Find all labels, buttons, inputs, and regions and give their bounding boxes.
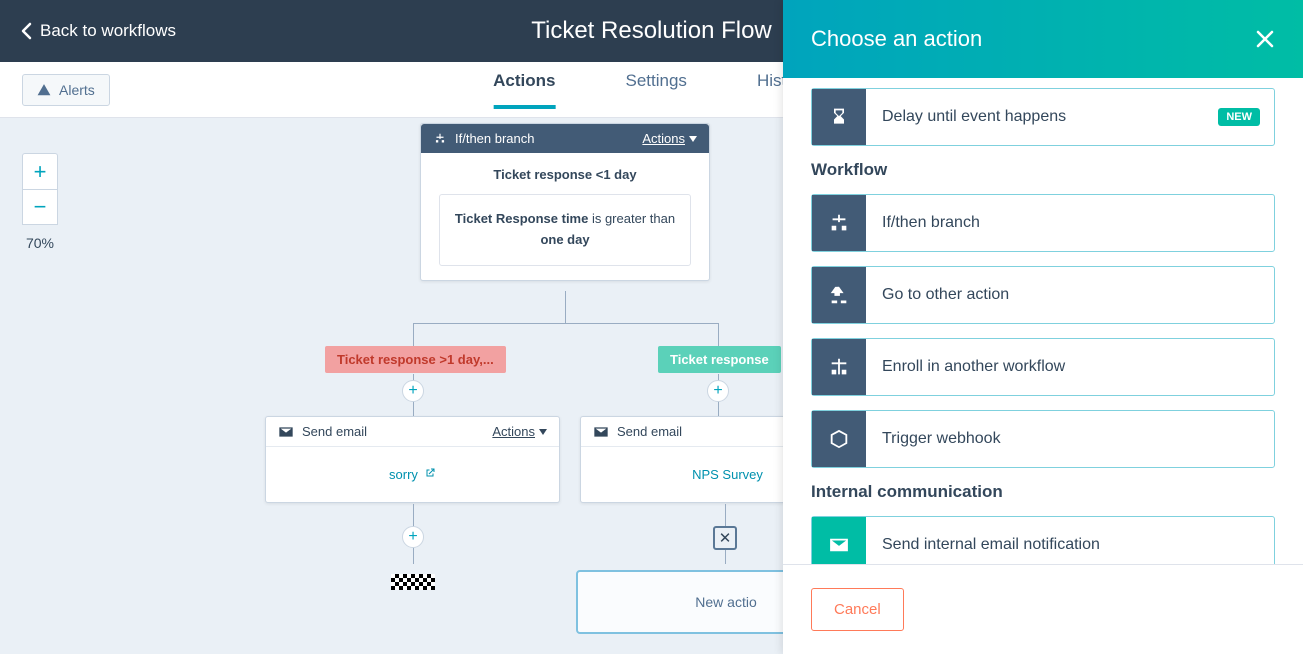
condition-box: Ticket Response time is greater than one… bbox=[439, 194, 691, 266]
alerts-button[interactable]: Alerts bbox=[22, 74, 110, 106]
hourglass-icon bbox=[812, 89, 866, 145]
condition-suffix: one day bbox=[540, 232, 589, 247]
add-step-button[interactable]: + bbox=[707, 380, 729, 402]
actions-label: Actions bbox=[492, 424, 535, 439]
action-trigger-webhook[interactable]: Trigger webhook bbox=[811, 410, 1275, 468]
email-card-left[interactable]: Send email Actions sorry bbox=[265, 416, 560, 503]
cancel-step-button[interactable]: ✕ bbox=[713, 526, 737, 550]
finish-marker bbox=[391, 574, 435, 590]
action-label: Delay until event happens bbox=[866, 108, 1218, 126]
action-ifthen-branch[interactable]: If/then branch bbox=[811, 194, 1275, 252]
goto-icon bbox=[812, 267, 866, 323]
action-label: Go to other action bbox=[866, 286, 1274, 304]
email-icon bbox=[593, 426, 609, 438]
tab-settings[interactable]: Settings bbox=[626, 71, 687, 109]
card-actions-menu[interactable]: Actions bbox=[642, 131, 697, 146]
condition-middle: is greater than bbox=[588, 211, 675, 226]
card-type: If/then branch bbox=[455, 131, 535, 146]
ifthen-card[interactable]: If/then branch Actions Ticket response <… bbox=[420, 123, 710, 281]
back-label: Back to workflows bbox=[40, 21, 176, 41]
action-delay-until-event[interactable]: Delay until event happens NEW bbox=[811, 88, 1275, 146]
caret-down-icon bbox=[539, 429, 547, 435]
panel-title: Choose an action bbox=[811, 26, 982, 52]
condition-title: Ticket response <1 day bbox=[439, 167, 691, 182]
add-step-button[interactable]: + bbox=[402, 526, 424, 548]
card-header: If/then branch Actions bbox=[421, 124, 709, 153]
card-actions-menu[interactable]: Actions bbox=[492, 424, 547, 439]
action-label: Send internal email notification bbox=[866, 536, 1274, 554]
zoom-in-button[interactable]: + bbox=[22, 153, 58, 189]
tabs: Actions Settings History bbox=[493, 71, 810, 109]
section-internal: Internal communication bbox=[811, 482, 1275, 502]
action-panel: Choose an action Delay until event happe… bbox=[783, 0, 1303, 654]
branch-label-yes[interactable]: Ticket response >1 day,... bbox=[325, 346, 506, 373]
card-header: Send email Actions bbox=[266, 417, 559, 447]
action-label: Enroll in another workflow bbox=[866, 358, 1274, 376]
workflow-title: Ticket Resolution Flow bbox=[531, 17, 772, 45]
email-icon bbox=[278, 426, 294, 438]
panel-footer: Cancel bbox=[783, 564, 1303, 654]
cancel-button[interactable]: Cancel bbox=[811, 588, 904, 631]
external-link-icon bbox=[424, 467, 436, 479]
connector bbox=[565, 291, 566, 323]
connector bbox=[718, 323, 719, 348]
add-step-button[interactable]: + bbox=[402, 380, 424, 402]
action-label: If/then branch bbox=[866, 214, 1274, 232]
chevron-left-icon bbox=[20, 22, 32, 40]
close-icon[interactable] bbox=[1255, 29, 1275, 49]
connector bbox=[413, 323, 718, 324]
new-badge: NEW bbox=[1218, 108, 1260, 126]
section-workflow: Workflow bbox=[811, 160, 1275, 180]
card-type: Send email bbox=[302, 424, 367, 439]
alerts-label: Alerts bbox=[59, 82, 95, 98]
actions-label: Actions bbox=[642, 131, 685, 146]
zoom-out-button[interactable]: − bbox=[22, 189, 58, 225]
zoom-control: + − 70% bbox=[22, 153, 58, 251]
branch-label-no[interactable]: Ticket response bbox=[658, 346, 781, 373]
panel-header: Choose an action bbox=[783, 0, 1303, 78]
action-goto-other[interactable]: Go to other action bbox=[811, 266, 1275, 324]
action-label: Trigger webhook bbox=[866, 430, 1274, 448]
card-type: Send email bbox=[617, 424, 682, 439]
card-body: Ticket response <1 day Ticket Response t… bbox=[421, 153, 709, 280]
condition-prefix: Ticket Response time bbox=[455, 211, 588, 226]
connector bbox=[413, 323, 414, 348]
email-icon bbox=[812, 517, 866, 564]
alert-icon bbox=[37, 83, 51, 97]
webhook-icon bbox=[812, 411, 866, 467]
panel-body: Delay until event happens NEW Workflow I… bbox=[783, 78, 1303, 564]
action-send-internal-email[interactable]: Send internal email notification bbox=[811, 516, 1275, 564]
zoom-level: 70% bbox=[26, 235, 54, 251]
back-button[interactable]: Back to workflows bbox=[20, 21, 176, 41]
enroll-icon bbox=[812, 339, 866, 395]
action-enroll-workflow[interactable]: Enroll in another workflow bbox=[811, 338, 1275, 396]
caret-down-icon bbox=[689, 136, 697, 142]
branch-icon bbox=[812, 195, 866, 251]
email-preview-link[interactable]: sorry bbox=[266, 447, 559, 502]
tab-actions[interactable]: Actions bbox=[493, 71, 555, 109]
branch-icon bbox=[433, 132, 447, 146]
